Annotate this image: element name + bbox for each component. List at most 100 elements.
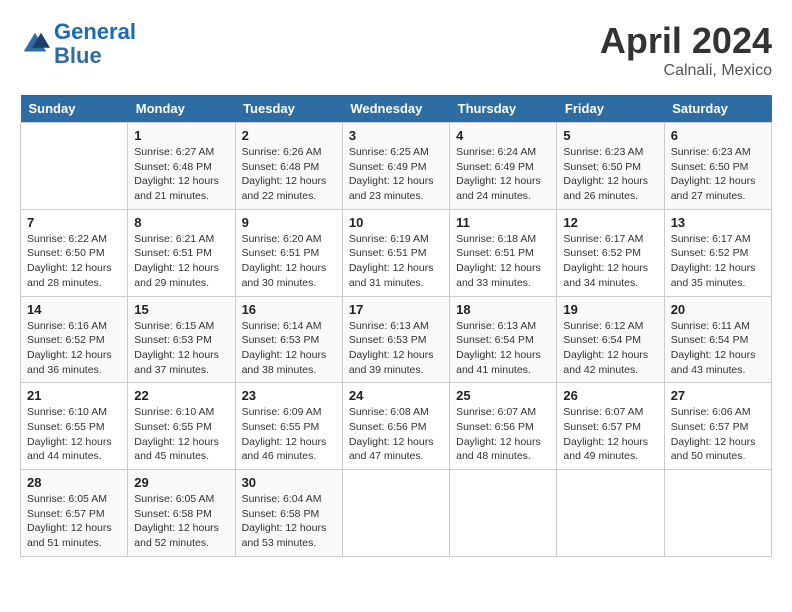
day-number: 18 — [456, 302, 550, 317]
day-header-thursday: Thursday — [450, 95, 557, 123]
day-info: Sunrise: 6:15 AM Sunset: 6:53 PM Dayligh… — [134, 319, 228, 378]
day-info: Sunrise: 6:27 AM Sunset: 6:48 PM Dayligh… — [134, 145, 228, 204]
calendar-cell — [664, 470, 771, 557]
day-number: 10 — [349, 215, 443, 230]
calendar-cell: 8Sunrise: 6:21 AM Sunset: 6:51 PM Daylig… — [128, 209, 235, 296]
day-info: Sunrise: 6:10 AM Sunset: 6:55 PM Dayligh… — [134, 405, 228, 464]
day-info: Sunrise: 6:13 AM Sunset: 6:53 PM Dayligh… — [349, 319, 443, 378]
day-info: Sunrise: 6:13 AM Sunset: 6:54 PM Dayligh… — [456, 319, 550, 378]
calendar-week-4: 21Sunrise: 6:10 AM Sunset: 6:55 PM Dayli… — [21, 383, 772, 470]
day-info: Sunrise: 6:19 AM Sunset: 6:51 PM Dayligh… — [349, 232, 443, 291]
day-header-wednesday: Wednesday — [342, 95, 449, 123]
calendar-cell: 23 Sunrise: 6:09 AM Sunset: 6:55 PM Dayli… — [235, 383, 342, 470]
calendar-cell: 24 Sunrise: 6:08 AM Sunset: 6:56 PM Dayli… — [342, 383, 449, 470]
calendar-cell: 27 Sunrise: 6:06 AM Sunset: 6:57 PM Dayli… — [664, 383, 771, 470]
calendar-cell: 11 Sunrise: 6:18 AM Sunset: 6:51 PM Dayli… — [450, 209, 557, 296]
calendar-cell: 3 Sunrise: 6:25 AM Sunset: 6:49 PM Daylig… — [342, 123, 449, 210]
calendar-header-row: SundayMondayTuesdayWednesdayThursdayFrid… — [21, 95, 772, 123]
day-info: Sunrise: 6:11 AM Sunset: 6:54 PM Dayligh… — [671, 319, 765, 378]
calendar-cell: 15 Sunrise: 6:15 AM Sunset: 6:53 PM Dayli… — [128, 296, 235, 383]
day-number: 12 — [563, 215, 657, 230]
day-info: Sunrise: 6:20 AM Sunset: 6:51 PM Dayligh… — [242, 232, 336, 291]
calendar-cell — [342, 470, 449, 557]
day-number: 13 — [671, 215, 765, 230]
day-number: 30 — [242, 475, 336, 490]
calendar-cell — [450, 470, 557, 557]
day-number: 6 — [671, 128, 765, 143]
day-header-monday: Monday — [128, 95, 235, 123]
month-title: April 2024 — [600, 20, 772, 62]
calendar-cell: 21Sunrise: 6:10 AM Sunset: 6:55 PM Dayli… — [21, 383, 128, 470]
day-number: 29 — [134, 475, 228, 490]
day-number: 24 — [349, 388, 443, 403]
day-info: Sunrise: 6:06 AM Sunset: 6:57 PM Dayligh… — [671, 405, 765, 464]
calendar-cell: 12 Sunrise: 6:17 AM Sunset: 6:52 PM Dayli… — [557, 209, 664, 296]
day-number: 2 — [242, 128, 336, 143]
day-number: 20 — [671, 302, 765, 317]
day-info: Sunrise: 6:10 AM Sunset: 6:55 PM Dayligh… — [27, 405, 121, 464]
day-number: 1 — [134, 128, 228, 143]
day-info: Sunrise: 6:25 AM Sunset: 6:49 PM Dayligh… — [349, 145, 443, 204]
calendar-cell: 25 Sunrise: 6:07 AM Sunset: 6:56 PM Dayli… — [450, 383, 557, 470]
day-number: 3 — [349, 128, 443, 143]
calendar-cell: 30 Sunrise: 6:04 AM Sunset: 6:58 PM Dayli… — [235, 470, 342, 557]
day-info: Sunrise: 6:04 AM Sunset: 6:58 PM Dayligh… — [242, 492, 336, 551]
calendar-cell: 29Sunrise: 6:05 AM Sunset: 6:58 PM Dayli… — [128, 470, 235, 557]
location: Calnali, Mexico — [600, 62, 772, 80]
day-number: 27 — [671, 388, 765, 403]
logo-icon — [20, 29, 50, 59]
calendar-cell: 16 Sunrise: 6:14 AM Sunset: 6:53 PM Dayli… — [235, 296, 342, 383]
logo-line1: General — [54, 19, 136, 44]
day-number: 25 — [456, 388, 550, 403]
day-info: Sunrise: 6:17 AM Sunset: 6:52 PM Dayligh… — [563, 232, 657, 291]
calendar-cell: 10 Sunrise: 6:19 AM Sunset: 6:51 PM Dayli… — [342, 209, 449, 296]
day-header-sunday: Sunday — [21, 95, 128, 123]
day-number: 15 — [134, 302, 228, 317]
calendar-cell — [21, 123, 128, 210]
day-info: Sunrise: 6:07 AM Sunset: 6:57 PM Dayligh… — [563, 405, 657, 464]
calendar-cell: 5Sunrise: 6:23 AM Sunset: 6:50 PM Daylig… — [557, 123, 664, 210]
logo-text: General Blue — [54, 20, 136, 68]
calendar-week-1: 1 Sunrise: 6:27 AM Sunset: 6:48 PM Daylig… — [21, 123, 772, 210]
calendar-cell: 18 Sunrise: 6:13 AM Sunset: 6:54 PM Dayli… — [450, 296, 557, 383]
day-info: Sunrise: 6:07 AM Sunset: 6:56 PM Dayligh… — [456, 405, 550, 464]
day-number: 16 — [242, 302, 336, 317]
calendar-cell: 17Sunrise: 6:13 AM Sunset: 6:53 PM Dayli… — [342, 296, 449, 383]
logo-line2: Blue — [54, 43, 102, 68]
day-number: 9 — [242, 215, 336, 230]
calendar-cell: 4 Sunrise: 6:24 AM Sunset: 6:49 PM Daylig… — [450, 123, 557, 210]
day-header-friday: Friday — [557, 95, 664, 123]
day-number: 26 — [563, 388, 657, 403]
calendar-cell: 22 Sunrise: 6:10 AM Sunset: 6:55 PM Dayli… — [128, 383, 235, 470]
day-header-saturday: Saturday — [664, 95, 771, 123]
day-number: 11 — [456, 215, 550, 230]
day-number: 23 — [242, 388, 336, 403]
day-info: Sunrise: 6:26 AM Sunset: 6:48 PM Dayligh… — [242, 145, 336, 204]
day-info: Sunrise: 6:18 AM Sunset: 6:51 PM Dayligh… — [456, 232, 550, 291]
day-info: Sunrise: 6:05 AM Sunset: 6:57 PM Dayligh… — [27, 492, 121, 551]
day-info: Sunrise: 6:08 AM Sunset: 6:56 PM Dayligh… — [349, 405, 443, 464]
calendar-cell: 20 Sunrise: 6:11 AM Sunset: 6:54 PM Dayli… — [664, 296, 771, 383]
calendar-cell: 7 Sunrise: 6:22 AM Sunset: 6:50 PM Daylig… — [21, 209, 128, 296]
calendar-cell: 28 Sunrise: 6:05 AM Sunset: 6:57 PM Dayli… — [21, 470, 128, 557]
day-number: 5 — [563, 128, 657, 143]
calendar-cell: 14Sunrise: 6:16 AM Sunset: 6:52 PM Dayli… — [21, 296, 128, 383]
day-info: Sunrise: 6:09 AM Sunset: 6:55 PM Dayligh… — [242, 405, 336, 464]
logo: General Blue — [20, 20, 136, 68]
calendar-table: SundayMondayTuesdayWednesdayThursdayFrid… — [20, 95, 772, 557]
title-block: April 2024 Calnali, Mexico — [600, 20, 772, 80]
day-number: 28 — [27, 475, 121, 490]
calendar-cell: 9 Sunrise: 6:20 AM Sunset: 6:51 PM Daylig… — [235, 209, 342, 296]
day-info: Sunrise: 6:24 AM Sunset: 6:49 PM Dayligh… — [456, 145, 550, 204]
day-number: 19 — [563, 302, 657, 317]
day-info: Sunrise: 6:23 AM Sunset: 6:50 PM Dayligh… — [671, 145, 765, 204]
day-info: Sunrise: 6:12 AM Sunset: 6:54 PM Dayligh… — [563, 319, 657, 378]
calendar-cell: 2 Sunrise: 6:26 AM Sunset: 6:48 PM Daylig… — [235, 123, 342, 210]
day-number: 7 — [27, 215, 121, 230]
day-info: Sunrise: 6:16 AM Sunset: 6:52 PM Dayligh… — [27, 319, 121, 378]
day-number: 22 — [134, 388, 228, 403]
page-header: General Blue April 2024 Calnali, Mexico — [20, 20, 772, 80]
day-info: Sunrise: 6:14 AM Sunset: 6:53 PM Dayligh… — [242, 319, 336, 378]
day-number: 4 — [456, 128, 550, 143]
day-info: Sunrise: 6:22 AM Sunset: 6:50 PM Dayligh… — [27, 232, 121, 291]
